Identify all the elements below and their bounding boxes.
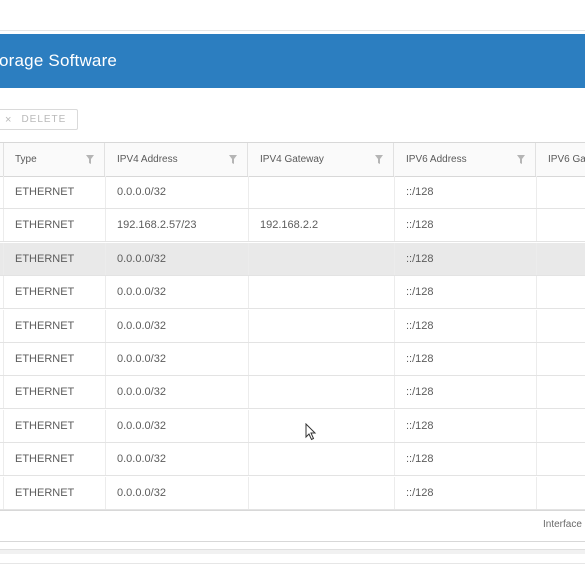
column-header-label: IPV6 Address bbox=[406, 154, 467, 165]
page-title: orage Software bbox=[0, 51, 118, 70]
bottom-divider-secondary bbox=[0, 563, 585, 564]
cell-ipv4-gateway bbox=[248, 477, 394, 510]
close-icon: × bbox=[5, 113, 12, 126]
cell-ipv6-address: ::/128 bbox=[406, 219, 434, 232]
interfaces-table: Type IPV4 Address IPV4 Gateway IPV6 Addr… bbox=[0, 142, 585, 511]
mouse-pointer-icon bbox=[305, 423, 317, 441]
table-row[interactable]: ETHERNET 0.0.0.0/32::/128 bbox=[0, 242, 585, 276]
cell-ipv4-address: 0.0.0.0/32 bbox=[117, 419, 166, 432]
table-row[interactable]: ETHERNET 0.0.0.0/32::/128 bbox=[0, 443, 585, 477]
cell-type: ETHERNET bbox=[15, 286, 75, 299]
cell-type: ETHERNET bbox=[15, 419, 75, 432]
table-row[interactable]: ETHERNET 0.0.0.0/32::/128 bbox=[0, 309, 585, 343]
cell-ipv4-address: 192.168.2.57/23 bbox=[117, 219, 197, 232]
column-header-ipv6-gateway[interactable]: IPV6 Ga bbox=[536, 143, 585, 176]
cell-ipv4-address: 0.0.0.0/32 bbox=[117, 252, 166, 265]
column-separator bbox=[536, 209, 537, 242]
cell-type: ETHERNET bbox=[15, 353, 75, 365]
table-row[interactable]: ETHERNET 0.0.0.0/32::/128 bbox=[0, 176, 585, 209]
cell-ipv4-gateway bbox=[248, 343, 394, 376]
cell-ipv6-address: ::/128 bbox=[406, 486, 434, 499]
filter-icon[interactable] bbox=[86, 155, 94, 164]
table-row[interactable]: ETHERNET 0.0.0.0/32::/128 bbox=[0, 476, 585, 510]
table-row[interactable]: ETHERNET 192.168.2.57/23 192.168.2.2::/128 bbox=[0, 209, 585, 243]
delete-button-label: DELETE bbox=[21, 114, 67, 125]
cell-ipv6-address: ::/128 bbox=[406, 186, 434, 198]
cell-ipv4-address: 0.0.0.0/32 bbox=[117, 186, 166, 198]
column-header-ipv4-address[interactable]: IPV4 Address bbox=[105, 143, 248, 176]
column-header-ipv6-address[interactable]: IPV6 Address bbox=[394, 143, 536, 176]
cell-type: ETHERNET bbox=[15, 453, 75, 466]
cell-ipv4-address: 0.0.0.0/32 bbox=[117, 386, 166, 399]
column-separator bbox=[536, 343, 537, 375]
cell-ipv4-gateway bbox=[248, 310, 394, 343]
cell-ipv4-gateway bbox=[248, 410, 394, 443]
table-row[interactable]: ETHERNET 0.0.0.0/32::/128 bbox=[0, 343, 585, 376]
column-header-type[interactable]: Type bbox=[3, 143, 105, 176]
table-header: Type IPV4 Address IPV4 Gateway IPV6 Addr… bbox=[0, 143, 585, 177]
cell-type: ETHERNET bbox=[15, 319, 75, 332]
column-separator bbox=[536, 242, 537, 275]
filter-icon[interactable] bbox=[375, 155, 383, 164]
delete-button[interactable]: × DELETE bbox=[0, 109, 78, 130]
page-header: orage Software bbox=[0, 34, 585, 88]
column-separator bbox=[536, 409, 537, 442]
cell-ipv4-gateway bbox=[248, 176, 394, 209]
table-row[interactable]: ETHERNET 0.0.0.0/32::/128 bbox=[0, 409, 585, 443]
cell-ipv4-address: 0.0.0.0/32 bbox=[117, 486, 166, 499]
column-separator bbox=[536, 443, 537, 476]
table-row[interactable]: ETHERNET 0.0.0.0/32::/128 bbox=[0, 376, 585, 410]
cell-type: ETHERNET bbox=[15, 252, 75, 265]
cell-type: ETHERNET bbox=[15, 386, 75, 399]
cell-ipv6-address: ::/128 bbox=[406, 252, 434, 265]
column-separator bbox=[536, 476, 537, 509]
filter-icon[interactable] bbox=[229, 155, 237, 164]
cell-ipv6-address: ::/128 bbox=[406, 319, 434, 332]
cell-ipv6-address: ::/128 bbox=[406, 286, 434, 299]
cell-ipv4-gateway bbox=[248, 443, 394, 476]
cell-ipv4-gateway bbox=[248, 243, 394, 276]
table-row[interactable]: ETHERNET 0.0.0.0/32::/128 bbox=[0, 276, 585, 310]
cell-ipv6-address: ::/128 bbox=[406, 453, 434, 466]
cell-type: ETHERNET bbox=[15, 486, 75, 499]
column-header-label: Type bbox=[15, 154, 37, 165]
column-separator bbox=[536, 276, 537, 309]
cell-ipv4-address: 0.0.0.0/32 bbox=[117, 286, 166, 299]
cell-ipv4-gateway bbox=[248, 376, 394, 409]
column-separator bbox=[536, 376, 537, 409]
cell-ipv6-address: ::/128 bbox=[406, 353, 434, 365]
column-header-label: IPV4 Gateway bbox=[260, 154, 324, 165]
bottom-divider bbox=[0, 549, 585, 554]
column-header-label: IPV6 Ga bbox=[548, 154, 585, 165]
cell-ipv4-address: 0.0.0.0/32 bbox=[117, 353, 166, 365]
column-header-label: IPV4 Address bbox=[117, 154, 178, 165]
column-separator bbox=[536, 176, 537, 208]
cell-type: ETHERNET bbox=[15, 219, 75, 232]
filter-icon[interactable] bbox=[517, 155, 525, 164]
cell-ipv6-address: ::/128 bbox=[406, 419, 434, 432]
table-footer: Interface bbox=[0, 509, 585, 542]
column-header-ipv4-gateway[interactable]: IPV4 Gateway bbox=[248, 143, 394, 176]
cell-ipv6-address: ::/128 bbox=[406, 386, 434, 399]
top-divider bbox=[0, 30, 585, 31]
cell-ipv4-address: 0.0.0.0/32 bbox=[117, 453, 166, 466]
cell-ipv4-gateway: 192.168.2.2 bbox=[260, 219, 319, 232]
footer-label: Interface bbox=[543, 519, 582, 530]
column-separator bbox=[536, 309, 537, 342]
cell-type: ETHERNET bbox=[15, 186, 75, 198]
cell-ipv4-address: 0.0.0.0/32 bbox=[117, 319, 166, 332]
cell-ipv4-gateway bbox=[248, 276, 394, 309]
